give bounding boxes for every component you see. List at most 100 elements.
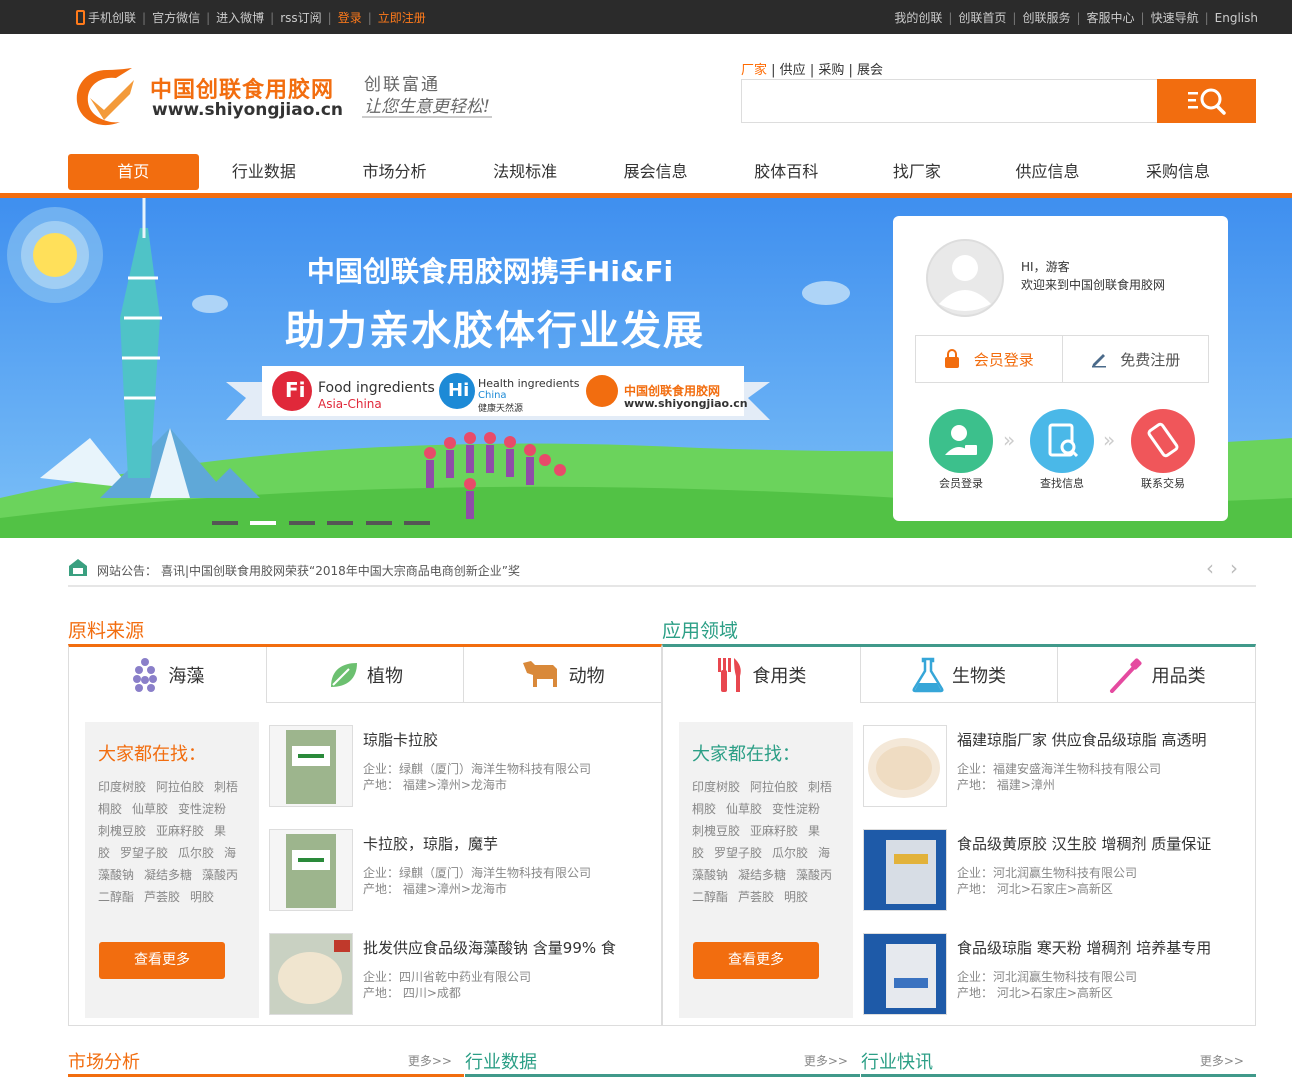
tag[interactable]: 凝结多糖 xyxy=(738,868,786,882)
notice-next-icon[interactable]: › xyxy=(1230,556,1238,580)
tag[interactable]: 阿拉伯胶 xyxy=(156,780,204,794)
product-origin: 产地： 福建>漳州 xyxy=(957,778,1055,792)
product-item[interactable]: 福建琼脂厂家 供应食品级琼脂 高透明 企业：福建安盛海洋生物科技有限公司 产地：… xyxy=(863,725,1248,807)
my-account-link[interactable]: 我的创联 xyxy=(894,9,942,26)
tab-food[interactable]: 食用类 xyxy=(663,647,861,703)
product-item[interactable]: 卡拉胶，琼脂，魔芋 企业：绿麒（厦门）海洋生物科技有限公司 产地： 福建>漳州>… xyxy=(269,829,654,911)
free-register-button[interactable]: 免费注册 xyxy=(1063,336,1209,382)
tab-supplies[interactable]: 用品类 xyxy=(1058,647,1256,703)
search-input[interactable] xyxy=(741,79,1157,123)
nav-exhibitions[interactable]: 展会信息 xyxy=(590,154,721,190)
product-item[interactable]: 批发供应食品级海藻酸钠 含量99% 食 企业：四川省乾中药业有限公司 产地： 四… xyxy=(269,933,654,1015)
product-origin: 产地： 河北>石家庄>高新区 xyxy=(957,986,1113,1000)
rss-link[interactable]: rss订阅 xyxy=(280,9,321,26)
application-panel: 食用类 生物类 用品类 大家都在找： 印度树胶 阿拉伯胶 刺梧桐胶 仙草胶 变性淀粉刺槐… xyxy=(662,644,1256,1026)
notice-text[interactable]: 喜讯|中国创联食用胶网荣获“2018年中国大宗商品电商创新企业”奖 xyxy=(161,562,520,579)
hi-subtitle-cn: 健康天然源 xyxy=(478,404,524,414)
product-name[interactable]: 卡拉胶，琼脂，魔芋 xyxy=(363,833,653,854)
leaf-icon xyxy=(331,662,357,687)
search-button[interactable] xyxy=(1157,79,1256,123)
register-link[interactable]: 立即注册 xyxy=(378,9,426,26)
tag[interactable]: 印度树胶 xyxy=(692,780,740,794)
tag[interactable]: 刺槐豆胶 xyxy=(692,824,740,838)
step-login-icon[interactable] xyxy=(929,409,993,473)
product-name[interactable]: 食品级黄原胶 汉生胶 增稠剂 质量保证 xyxy=(957,833,1247,854)
search-tab-purchase[interactable]: 采购 xyxy=(818,63,844,78)
tab-animal[interactable]: 动物 xyxy=(464,647,662,703)
tab-plant[interactable]: 植物 xyxy=(266,647,465,703)
search-type-tabs: 厂家 | 供应 | 采购 | 展会 xyxy=(741,63,884,78)
popular-tags: 印度树胶 阿拉伯胶 刺梧桐胶 仙草胶 变性淀粉刺槐豆胶 亚麻籽胶 果胶 罗望子胶 瓜尔胶 海藻酸钠… xyxy=(692,776,842,908)
site-logo[interactable]: 中国创联食用胶网 www.shiyongjiao.cn 创联富通 让您生意更轻松… xyxy=(72,64,512,164)
tag[interactable]: 罗望子胶 xyxy=(120,846,168,860)
wechat-link[interactable]: 官方微信 xyxy=(152,9,200,26)
tag[interactable]: 变性淀粉 xyxy=(772,802,820,816)
product-name[interactable]: 福建琼脂厂家 供应食品级琼脂 高透明 xyxy=(957,729,1247,750)
service-link[interactable]: 创联服务 xyxy=(1022,9,1070,26)
step-contact-icon[interactable] xyxy=(1131,409,1195,473)
nav-home[interactable]: 首页 xyxy=(68,154,199,190)
quick-nav-link[interactable]: 快速导航 xyxy=(1151,9,1199,26)
tag[interactable]: 仙草胶 xyxy=(132,802,168,816)
tag[interactable]: 罗望子胶 xyxy=(714,846,762,860)
more-link[interactable]: 更多>> xyxy=(408,1052,452,1069)
tag[interactable]: 阿拉伯胶 xyxy=(750,780,798,794)
mobile-link[interactable]: 手机创联 xyxy=(88,9,136,26)
tag[interactable]: 瓜尔胶 xyxy=(772,846,808,860)
notice-prev-icon[interactable]: ‹ xyxy=(1206,556,1214,580)
tag[interactable]: 凝结多糖 xyxy=(144,868,192,882)
product-item[interactable]: 食品级琼脂 寒天粉 增稠剂 培养基专用 企业：河北润赢生物科技有限公司 产地： … xyxy=(863,933,1248,1015)
search-tab-exhibition[interactable]: 展会 xyxy=(857,63,883,78)
view-more-button[interactable]: 查看更多 xyxy=(99,942,225,979)
tag[interactable]: 亚麻籽胶 xyxy=(750,824,798,838)
step-search-icon[interactable] xyxy=(1030,409,1094,473)
login-link[interactable]: 登录 xyxy=(338,9,362,26)
product-image[interactable] xyxy=(269,829,353,911)
product-name[interactable]: 批发供应食品级海藻酸钠 含量99% 食 xyxy=(363,937,653,958)
avatar-icon xyxy=(926,239,1004,317)
weibo-link[interactable]: 进入微博 xyxy=(216,9,264,26)
hi-logo-letter: Hi xyxy=(448,380,470,401)
popular-search-box: 大家都在找： 印度树胶 阿拉伯胶 刺梧桐胶 仙草胶 变性淀粉刺槐豆胶 亚麻籽胶 果胶 罗望子胶… xyxy=(85,722,259,1018)
support-link[interactable]: 客服中心 xyxy=(1087,9,1135,26)
tab-biology[interactable]: 生物类 xyxy=(860,647,1059,703)
nav-find-factory[interactable]: 找厂家 xyxy=(852,154,983,190)
tag[interactable]: 明胶 xyxy=(784,890,808,904)
tag[interactable]: 变性淀粉 xyxy=(178,802,226,816)
more-link[interactable]: 更多>> xyxy=(804,1052,848,1069)
view-more-button[interactable]: 查看更多 xyxy=(693,942,819,979)
tag[interactable]: 刺槐豆胶 xyxy=(98,824,146,838)
tag[interactable]: 印度树胶 xyxy=(98,780,146,794)
product-image[interactable] xyxy=(863,725,947,807)
tag[interactable]: 芦荟胶 xyxy=(144,890,180,904)
tag[interactable]: 明胶 xyxy=(190,890,214,904)
nav-colloid-wiki[interactable]: 胶体百科 xyxy=(721,154,852,190)
home-link[interactable]: 创联首页 xyxy=(958,9,1006,26)
tag[interactable]: 芦荟胶 xyxy=(738,890,774,904)
product-image[interactable] xyxy=(863,829,947,911)
product-name[interactable]: 食品级琼脂 寒天粉 增稠剂 培养基专用 xyxy=(957,937,1247,958)
nav-supply[interactable]: 供应信息 xyxy=(982,154,1113,190)
product-image[interactable] xyxy=(269,933,353,1015)
search-tab-supply[interactable]: 供应 xyxy=(780,63,806,78)
product-company: 企业：河北润赢生物科技有限公司 xyxy=(957,866,1138,880)
more-link[interactable]: 更多>> xyxy=(1200,1052,1244,1069)
tag[interactable]: 仙草胶 xyxy=(726,802,762,816)
nav-regulations[interactable]: 法规标准 xyxy=(460,154,591,190)
nav-industry-data[interactable]: 行业数据 xyxy=(199,154,330,190)
product-name[interactable]: 琼脂卡拉胶 xyxy=(363,729,653,750)
product-image[interactable] xyxy=(269,725,353,807)
nav-purchase[interactable]: 采购信息 xyxy=(1113,154,1244,190)
step-search-label: 查找信息 xyxy=(1040,477,1084,490)
product-image[interactable] xyxy=(863,933,947,1015)
member-login-button[interactable]: 会员登录 xyxy=(916,336,1063,382)
seaweed-icon xyxy=(133,658,158,692)
english-link[interactable]: English xyxy=(1215,11,1258,25)
tag[interactable]: 亚麻籽胶 xyxy=(156,824,204,838)
product-item[interactable]: 食品级黄原胶 汉生胶 增稠剂 质量保证 企业：河北润赢生物科技有限公司 产地： … xyxy=(863,829,1248,911)
search-tab-factory[interactable]: 厂家 xyxy=(741,63,767,78)
tag[interactable]: 瓜尔胶 xyxy=(178,846,214,860)
product-item[interactable]: 琼脂卡拉胶 企业：绿麒（厦门）海洋生物科技有限公司 产地： 福建>漳州>龙海市 xyxy=(269,725,654,807)
nav-market-analysis[interactable]: 市场分析 xyxy=(329,154,460,190)
tab-seaweed[interactable]: 海藻 xyxy=(69,647,267,703)
